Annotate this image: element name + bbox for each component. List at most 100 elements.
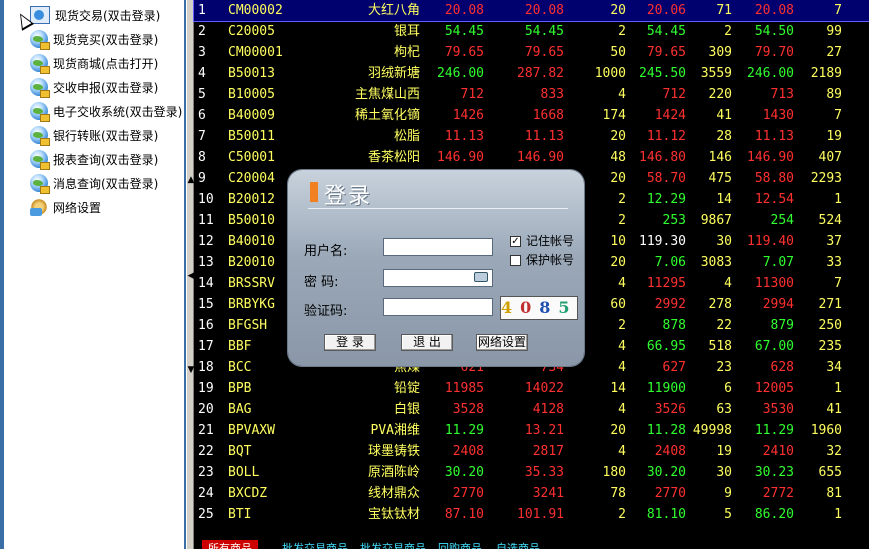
globe-icon: [30, 126, 50, 146]
price-cell: 11.13: [444, 129, 484, 144]
nav-item[interactable]: 现货交易(双击登录): [30, 4, 160, 26]
network-settings-button[interactable]: 网络设置: [476, 334, 528, 351]
count-cell: 14: [716, 192, 732, 207]
gear-icon: [30, 198, 48, 216]
keyboard-icon[interactable]: [474, 272, 488, 282]
commodity-code: B10005: [228, 87, 275, 102]
nav-item-label: 报表查询(双击登录): [53, 152, 159, 167]
captcha-char: 0: [520, 298, 540, 317]
tab-5[interactable]: 自选商品: [490, 540, 546, 549]
table-row[interactable]: 24 BXCDZ 线材鼎众 2770 3241 78 2770 9 2772 81: [194, 483, 869, 504]
commodity-code: B50011: [228, 129, 275, 144]
commodity-name: 线材鼎众: [367, 486, 420, 501]
table-row[interactable]: 23 BOLL 原酒陈岭 30.20 35.33 180 30.20 30 30.23 655: [194, 462, 869, 483]
price-cell: 4128: [532, 402, 564, 417]
price-cell: 2408: [654, 444, 686, 459]
price-cell: 627: [662, 360, 686, 375]
row-index: 21: [198, 423, 214, 438]
table-row[interactable]: 22 BQT 球墨铸铁 2408 2817 4 2408 19 2410 32: [194, 441, 869, 462]
market-tabs: 所有商品 批发交易商品 批发交易商品 回购商品 自选商品: [194, 540, 869, 549]
nav-item[interactable]: 现货竞买(双击登录): [30, 28, 158, 50]
volume-cell: 50: [610, 45, 626, 60]
price-cell: 20.08: [444, 3, 484, 18]
table-row[interactable]: 7 B50011 松脂 11.13 11.13 20 11.12 28 11.13 19: [194, 126, 869, 147]
tab-4[interactable]: 回购商品: [432, 540, 488, 549]
table-row[interactable]: 6 B40009 稀土氧化镝 1426 1668 174 1424 41 1430 7: [194, 105, 869, 126]
nav-item-label: 交收申报(双击登录): [53, 80, 159, 95]
price-cell: 1430: [762, 108, 794, 123]
commodity-code: BTI: [228, 507, 252, 522]
login-dialog: 登录 用户名: 密 码: 验证码: 4085 ✓ 记住帐号 保护帐号 登 录 退…: [288, 170, 584, 366]
nav-item[interactable]: 交收申报(双击登录): [30, 76, 158, 98]
nav-item[interactable]: 现货商城(点击打开): [30, 52, 158, 74]
globe-icon: [30, 78, 50, 98]
count-cell: 23: [716, 360, 732, 375]
nav-item[interactable]: 网络设置: [30, 196, 101, 218]
count-cell: 63: [716, 402, 732, 417]
commodity-code: C20005: [228, 24, 275, 39]
count-cell: 309: [708, 45, 732, 60]
nav-item-label: 消息查询(双击登录): [53, 176, 159, 191]
table-row[interactable]: 4 B50013 羽绒新塘 246.00 287.82 1000 245.50 3559 246…: [194, 63, 869, 84]
nav-item[interactable]: 消息查询(双击登录): [30, 172, 158, 194]
count-cell: 220: [708, 87, 732, 102]
table-row[interactable]: 20 BAG 白银 3528 4128 4 3526 63 3530 41: [194, 399, 869, 420]
count-cell: 9: [724, 486, 732, 501]
quantity-cell: 19: [826, 129, 842, 144]
nav-item[interactable]: 电子交收系统(双击登录): [30, 100, 182, 122]
row-index: 8: [198, 150, 206, 165]
tab-1[interactable]: 所有商品: [202, 540, 258, 549]
count-cell: 4: [724, 276, 732, 291]
quantity-cell: 1: [834, 192, 842, 207]
table-row[interactable]: 8 C50001 香茶松阳 146.90 146.90 48 146.80 146 146.90…: [194, 147, 869, 168]
tab-3[interactable]: 批发交易商品: [354, 540, 432, 549]
table-row[interactable]: 3 CM00001 枸杞 79.65 79.65 50 79.65 309 79.70 27: [194, 42, 869, 63]
price-cell: 246.00: [437, 66, 484, 81]
commodity-name: 原酒陈岭: [367, 465, 420, 480]
volume-cell: 4: [618, 444, 626, 459]
remember-account-checkbox[interactable]: ✓: [510, 236, 521, 247]
price-cell: 878: [662, 318, 686, 333]
price-cell: 7.07: [762, 255, 794, 270]
commodity-code: BAG: [228, 402, 252, 417]
price-cell: 30.23: [754, 465, 794, 480]
price-cell: 1668: [532, 108, 564, 123]
exit-button[interactable]: 退 出: [401, 334, 453, 351]
price-cell: 11.12: [646, 129, 686, 144]
nav-item-label: 网络设置: [53, 200, 102, 215]
table-row[interactable]: 5 B10005 主焦煤山西 712 833 4 712 220 713 89: [194, 84, 869, 105]
nav-item[interactable]: 报表查询(双击登录): [30, 148, 158, 170]
price-cell: 35.33: [524, 465, 564, 480]
price-cell: 30.20: [646, 465, 686, 480]
price-cell: 7.06: [654, 255, 686, 270]
price-cell: 54.50: [754, 24, 794, 39]
username-label: 用户名:: [304, 244, 348, 259]
table-row[interactable]: 1 CM00002 大红八角 20.08 20.08 20 20.06 71 20.08 7: [193, 0, 869, 22]
tab-2[interactable]: 批发交易商品: [276, 540, 354, 549]
table-row[interactable]: 25 BTI 宝钛钛材 87.10 101.91 2 81.10 5 86.20 1: [194, 504, 869, 525]
panel-splitter[interactable]: ▲ ◀ ▼: [186, 0, 194, 549]
table-row[interactable]: 19 BPB 铅锭 11985 14022 14 11900 6 12005 1: [194, 378, 869, 399]
captcha-char: 4: [501, 298, 521, 317]
nav-item-label: 现货商城(点击打开): [53, 56, 159, 71]
table-row[interactable]: 2 C20005 银耳 54.45 54.45 2 54.45 2 54.50 99: [194, 21, 869, 42]
count-cell: 2: [724, 24, 732, 39]
row-index: 6: [198, 108, 206, 123]
commodity-name: 铅锭: [393, 381, 420, 396]
login-button[interactable]: 登 录: [324, 334, 376, 351]
price-cell: 712: [460, 87, 484, 102]
row-index: 3: [198, 45, 206, 60]
nav-item[interactable]: 银行转账(双击登录): [30, 124, 158, 146]
count-cell: 71: [716, 3, 732, 18]
commodity-code: BXCDZ: [228, 486, 268, 501]
table-row[interactable]: 21 BPVAXW PVA湘维 11.29 13.21 20 11.28 49998 11.29…: [194, 420, 869, 441]
price-cell: 119.30: [639, 234, 686, 249]
commodity-name: 宝钛钛材: [367, 507, 420, 522]
username-input[interactable]: [383, 238, 493, 256]
captcha-image[interactable]: 4085: [500, 296, 578, 320]
quantity-cell: 99: [826, 24, 842, 39]
protect-account-checkbox[interactable]: [510, 255, 521, 266]
quantity-cell: 407: [818, 150, 842, 165]
captcha-input[interactable]: [383, 298, 493, 316]
row-index: 25: [198, 507, 214, 522]
